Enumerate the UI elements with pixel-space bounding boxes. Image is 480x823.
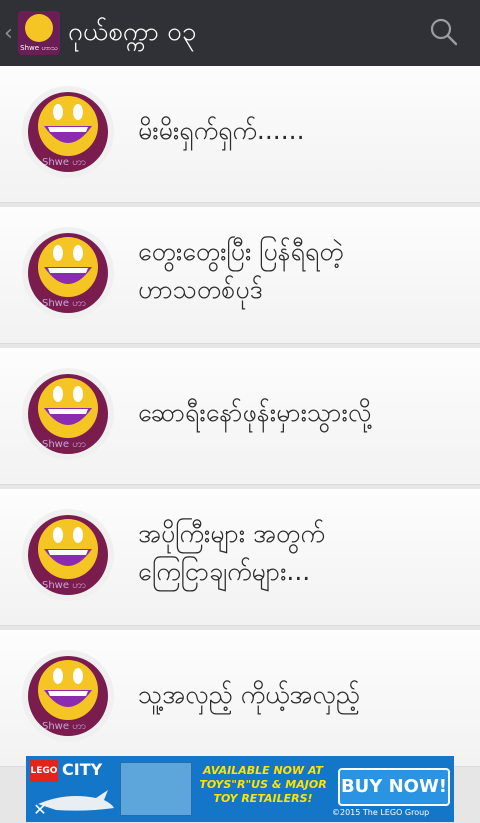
smiley-icon: [38, 96, 98, 156]
search-icon[interactable]: [430, 18, 458, 46]
buy-now-button[interactable]: BUY NOW!: [338, 768, 450, 806]
avatar-image: Shwe ဟာ: [28, 374, 108, 454]
avatar-watermark: Shwe ဟာ: [42, 721, 87, 732]
ad-copyright: ©2015 The LEGO Group: [332, 808, 430, 817]
ad-banner[interactable]: LEGO CITY ✕ AVAILABLE NOW AT TOYS"R"US &…: [26, 756, 454, 822]
smiley-icon: [38, 237, 98, 297]
list-item-line: ဟာသတစ်ပုဒ်: [138, 275, 263, 304]
product-image: [120, 762, 192, 816]
list-item-label: တွေးတွေးပြီး ပြန်ရီရတဲ့ဟာသတစ်ပုဒ်: [138, 233, 344, 309]
list-item-line: ကြေငြာချက်များ...: [138, 557, 311, 586]
list-item-line: သူ့အလှည့် ကိုယ့်အလှည့်: [138, 680, 360, 709]
list-item[interactable]: Shwe ဟာ ဆောရီးနော်ဖုန်းမှားသွားလို့: [0, 348, 480, 485]
list-item-line: အပိုကြီးများ အတွက်: [138, 519, 325, 548]
avatar-image: Shwe ဟာ: [28, 656, 108, 736]
avatar: Shwe ဟာ: [22, 368, 114, 460]
avatar-image: Shwe ဟာ: [28, 233, 108, 313]
avatar: Shwe ဟာ: [22, 650, 114, 742]
avatar-image: Shwe ဟာ: [28, 92, 108, 172]
list-item-line: ဆောရီးနော်ဖုန်းမှားသွားလို့: [138, 398, 372, 427]
avatar: Shwe ဟာ: [22, 86, 114, 178]
smiley-icon: [38, 378, 98, 438]
avatar: Shwe ဟာ: [22, 509, 114, 601]
avatar-watermark: Shwe ဟာ: [42, 439, 87, 450]
city-logo: CITY: [62, 760, 103, 779]
app-logo[interactable]: Shwe ဟာသ: [18, 11, 60, 55]
avatar: Shwe ဟာ: [22, 227, 114, 319]
avatar-watermark: Shwe ဟာ: [42, 157, 87, 168]
smiley-icon: [38, 519, 98, 579]
app-bar: ‹ Shwe ဟာသ ဂုယ်စက္ကာ ၀၃: [0, 0, 480, 66]
smiley-icon: [25, 14, 53, 42]
app-logo-caption: Shwe ဟာသ: [20, 44, 58, 52]
avatar-watermark: Shwe ဟာ: [42, 580, 87, 591]
smiley-icon: [38, 660, 98, 720]
list-item-label: မိးမိးရှက်ရှက်......: [138, 112, 305, 150]
list-item[interactable]: Shwe ဟာ အပိုကြီးများ အတွက်ကြေငြာချက်များ.…: [0, 489, 480, 626]
list-item[interactable]: Shwe ဟာ မိးမိးရှက်ရှက်......: [0, 66, 480, 203]
list-item[interactable]: Shwe ဟာ သူ့အလှည့် ကိုယ့်အလှည့်: [0, 630, 480, 767]
lego-logo: LEGO: [30, 760, 58, 782]
avatar-watermark: Shwe ဟာ: [42, 298, 87, 309]
list-item-label: အပိုကြီးများ အတွက်ကြေငြာချက်များ...: [138, 515, 325, 591]
list-item-line: တွေးတွေးပြီး ပြန်ရီရတဲ့: [138, 237, 344, 266]
list-item[interactable]: Shwe ဟာ တွေးတွေးပြီး ပြန်ရီရတဲ့ဟာသတစ်ပုဒ်: [0, 207, 480, 344]
list-item-label: သူ့အလှည့် ကိုယ့်အလှည့်: [138, 676, 360, 714]
list-item-line: မိးမိးရှက်ရှက်......: [138, 116, 305, 145]
ad-promo-text: AVAILABLE NOW AT TOYS"R"US & MAJOR TOY R…: [199, 764, 327, 805]
joke-list: Shwe ဟာ မိးမိးရှက်ရှက်...... Shwe ဟာ တွေးတွ…: [0, 66, 480, 771]
page-title: ဂုယ်စက္ကာ ၀၃: [68, 16, 197, 47]
chevron-left-icon[interactable]: ‹: [4, 21, 16, 46]
list-item-label: ဆောရီးနော်ဖုန်းမှားသွားလို့: [138, 394, 371, 432]
avatar-image: Shwe ဟာ: [28, 515, 108, 595]
close-icon[interactable]: ✕: [30, 800, 50, 820]
